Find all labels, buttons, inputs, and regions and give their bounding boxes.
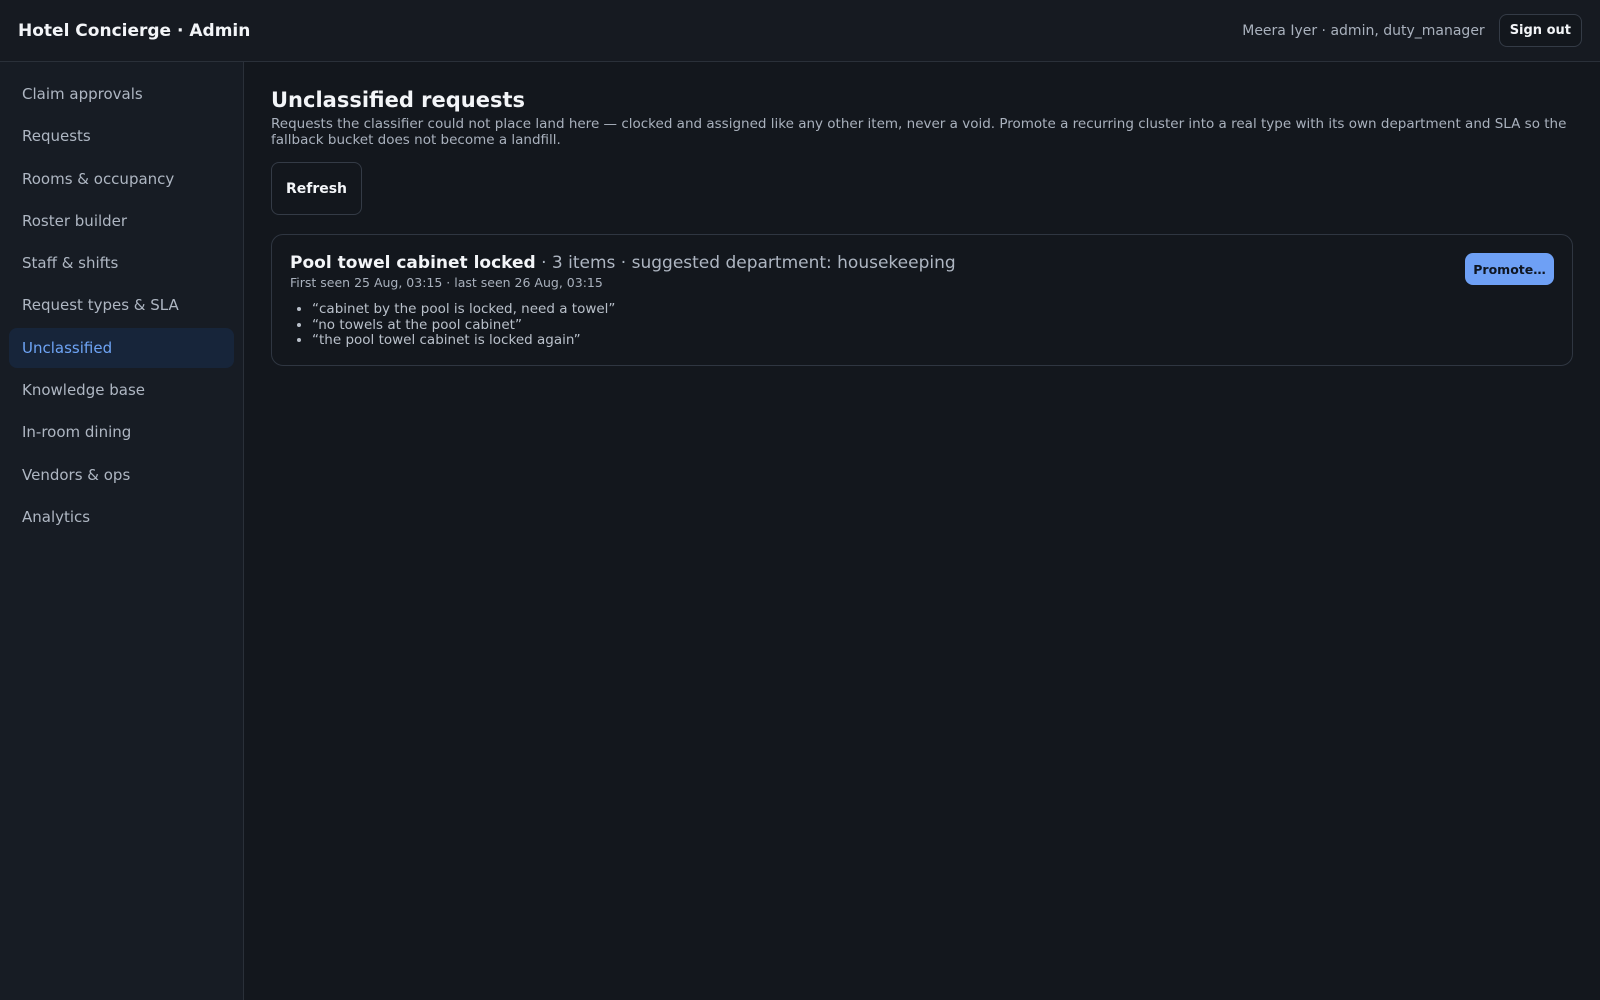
- refresh-button[interactable]: Refresh: [271, 162, 362, 215]
- app-title: Hotel Concierge · Admin: [18, 20, 251, 41]
- sidebar-item-unclassified[interactable]: Unclassified: [9, 327, 234, 368]
- cluster-examples: “cabinet by the pool is locked, need a t…: [290, 301, 1554, 349]
- list-item: “cabinet by the pool is locked, need a t…: [312, 301, 1554, 318]
- sidebar-item-analytics[interactable]: Analytics: [9, 497, 234, 537]
- cluster-meta: · 3 items · suggested department: housek…: [535, 253, 956, 273]
- main-content: Unclassified requests Requests the class…: [244, 62, 1600, 1000]
- sidebar-item-in-room-dining[interactable]: In-room dining: [9, 412, 234, 452]
- list-item: “the pool towel cabinet is locked again”: [312, 332, 1554, 349]
- promote-button[interactable]: Promote…: [1465, 253, 1554, 285]
- sign-out-button[interactable]: Sign out: [1498, 14, 1582, 47]
- user-info: Meera Iyer · admin, duty_manager: [1242, 22, 1485, 39]
- sidebar-item-vendors-ops[interactable]: Vendors & ops: [9, 455, 234, 495]
- sidebar-item-knowledge-base[interactable]: Knowledge base: [9, 370, 234, 410]
- cluster-seen-range: First seen 25 Aug, 03:15 · last seen 26 …: [290, 275, 603, 290]
- sidebar-item-requests[interactable]: Requests: [9, 116, 234, 156]
- cluster-header: Pool towel cabinet locked · 3 items · su…: [290, 253, 1554, 273]
- sidebar-item-staff-shifts[interactable]: Staff & shifts: [9, 243, 234, 283]
- sidebar-item-rooms-occupancy[interactable]: Rooms & occupancy: [9, 159, 234, 199]
- list-item: “no towels at the pool cabinet”: [312, 317, 1554, 334]
- topbar-right: Meera Iyer · admin, duty_manager Sign ou…: [1242, 14, 1582, 47]
- cluster-card: Pool towel cabinet locked · 3 items · su…: [271, 234, 1573, 366]
- page-description: Requests the classifier could not place …: [271, 116, 1567, 148]
- sidebar-item-claim-approvals[interactable]: Claim approvals: [9, 74, 234, 114]
- top-bar: Hotel Concierge · Admin Meera Iyer · adm…: [0, 0, 1600, 62]
- sidebar-item-request-types-sla[interactable]: Request types & SLA: [9, 285, 234, 325]
- page-title: Unclassified requests: [271, 88, 526, 112]
- sidebar: Claim approvals Requests Rooms & occupan…: [0, 62, 244, 1000]
- cluster-name: Pool towel cabinet locked: [290, 253, 536, 273]
- sidebar-item-roster-builder[interactable]: Roster builder: [9, 201, 234, 241]
